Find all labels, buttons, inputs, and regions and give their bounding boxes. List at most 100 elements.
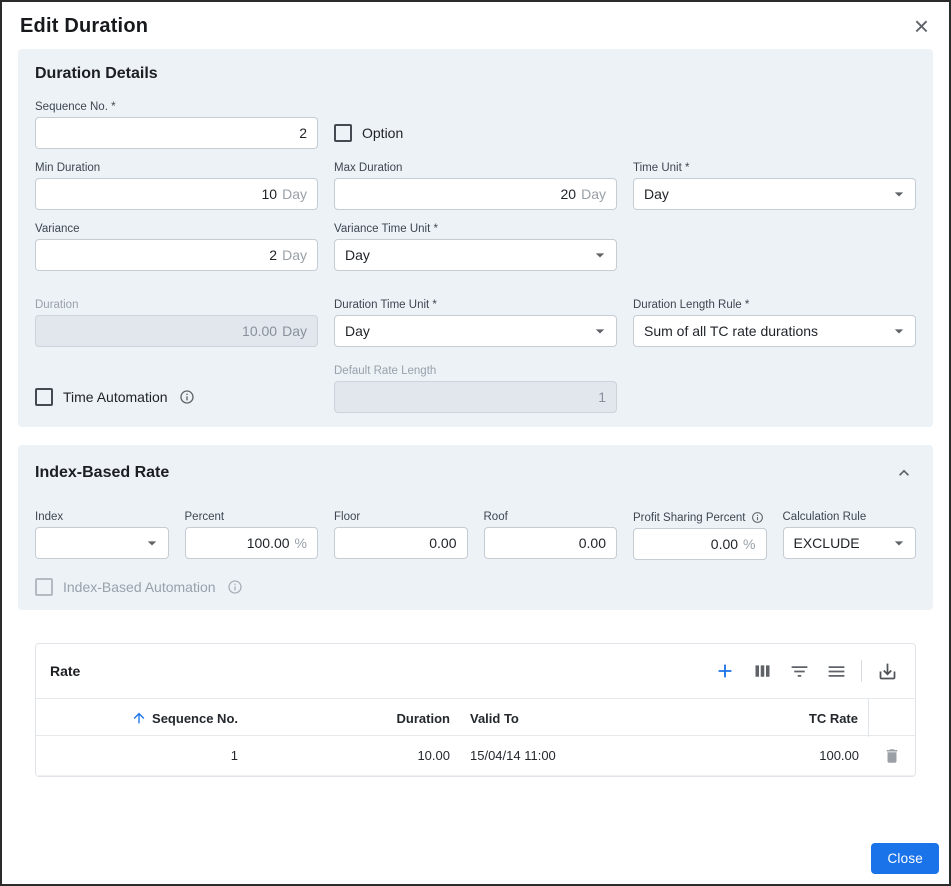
min-duration-value: 10 — [262, 186, 278, 202]
profit-sharing-percent-field: Profit Sharing Percent 0.00 % — [633, 511, 767, 560]
cell-valid-to: 15/04/14 11:00 — [460, 748, 664, 763]
duration-length-rule-field: Duration Length Rule * Sum of all TC rat… — [633, 299, 916, 347]
percent-input[interactable]: 100.00 % — [185, 527, 319, 559]
time-unit-label: Time Unit * — [633, 162, 916, 174]
variance-time-unit-label: Variance Time Unit * — [334, 223, 617, 235]
cell-tc-rate: 100.00 — [664, 748, 869, 763]
column-header-valid-to[interactable]: Valid To — [460, 711, 664, 726]
time-automation-checkbox[interactable] — [35, 388, 53, 406]
add-row-button[interactable] — [711, 657, 739, 685]
percent-unit: % — [295, 535, 307, 551]
chevron-down-icon — [590, 321, 610, 341]
min-duration-field: Min Duration 10 Day — [35, 162, 318, 210]
duration-details-section: Duration Details Sequence No. * 2 Option… — [18, 49, 933, 427]
duration-details-title: Duration Details — [35, 65, 158, 83]
cell-sequence-no: 1 — [36, 748, 248, 763]
index-based-rate-section: Index-Based Rate Index Percent 100.00 % … — [18, 445, 933, 610]
duration-time-unit-field: Duration Time Unit * Day — [334, 299, 617, 347]
time-automation-row: Time Automation — [35, 381, 318, 413]
floor-value: 0.00 — [429, 535, 456, 551]
collapse-icon[interactable] — [892, 461, 916, 485]
floor-field: Floor 0.00 — [334, 511, 468, 560]
close-button[interactable]: Close — [871, 843, 939, 874]
toolbar-divider — [861, 660, 862, 682]
sequence-no-field: Sequence No. * 2 — [35, 101, 318, 149]
profit-sharing-percent-input[interactable]: 0.00 % — [633, 528, 767, 560]
index-select[interactable] — [35, 527, 169, 559]
min-duration-label: Min Duration — [35, 162, 318, 174]
modal-footer: Close — [871, 843, 939, 874]
variance-unit: Day — [282, 247, 307, 263]
sequence-no-label: Sequence No. * — [35, 101, 318, 113]
index-based-automation-label: Index-Based Automation — [63, 579, 216, 595]
rate-table-title: Rate — [50, 663, 80, 679]
filter-icon[interactable] — [785, 657, 813, 685]
max-duration-value: 20 — [561, 186, 577, 202]
variance-input[interactable]: 2 Day — [35, 239, 318, 271]
duration-length-rule-value: Sum of all TC rate durations — [644, 323, 818, 339]
floor-input[interactable]: 0.00 — [334, 527, 468, 559]
option-checkbox-row: Option — [334, 117, 617, 149]
chevron-down-icon — [889, 184, 909, 204]
index-field: Index — [35, 511, 169, 560]
default-rate-length-input: 1 — [334, 381, 617, 413]
calculation-rule-value: EXCLUDE — [794, 535, 860, 551]
min-duration-unit: Day — [282, 186, 307, 202]
columns-icon[interactable] — [748, 657, 776, 685]
time-unit-field: Time Unit * Day — [633, 162, 916, 210]
percent-label: Percent — [185, 511, 319, 523]
sort-up-icon[interactable] — [131, 710, 147, 726]
min-duration-input[interactable]: 10 Day — [35, 178, 318, 210]
info-icon — [179, 389, 195, 405]
cell-duration: 10.00 — [248, 748, 460, 763]
duration-unit: Day — [282, 323, 307, 339]
column-header-tc-rate[interactable]: TC Rate — [664, 699, 869, 737]
modal-header: Edit Duration × — [2, 2, 949, 49]
duration-label: Duration — [35, 299, 318, 311]
delete-row-icon[interactable] — [880, 744, 904, 768]
column-header-sequence-no[interactable]: Sequence No. — [36, 710, 248, 726]
percent-value: 100.00 — [247, 535, 290, 551]
info-icon — [751, 511, 764, 524]
duration-time-unit-label: Duration Time Unit * — [334, 299, 617, 311]
option-checkbox[interactable] — [334, 124, 352, 142]
duration-input: 10.00 Day — [35, 315, 318, 347]
roof-input[interactable]: 0.00 — [484, 527, 618, 559]
chevron-down-icon — [889, 321, 909, 341]
chevron-down-icon — [142, 533, 162, 553]
modal-title: Edit Duration — [20, 15, 148, 38]
time-automation-label: Time Automation — [63, 389, 168, 405]
variance-time-unit-select[interactable]: Day — [334, 239, 617, 271]
variance-label: Variance — [35, 223, 318, 235]
max-duration-label: Max Duration — [334, 162, 617, 174]
sequence-no-input[interactable]: 2 — [35, 117, 318, 149]
chevron-down-icon — [889, 533, 909, 553]
duration-length-rule-select[interactable]: Sum of all TC rate durations — [633, 315, 916, 347]
variance-time-unit-value: Day — [345, 247, 370, 263]
density-icon[interactable] — [822, 657, 850, 685]
rate-table-header-row: Sequence No. Duration Valid To TC Rate — [36, 698, 915, 736]
time-unit-value: Day — [644, 186, 669, 202]
variance-field: Variance 2 Day — [35, 223, 318, 271]
profit-sharing-percent-value: 0.00 — [711, 536, 738, 552]
table-row[interactable]: 1 10.00 15/04/14 11:00 100.00 — [36, 736, 915, 776]
max-duration-input[interactable]: 20 Day — [334, 178, 617, 210]
close-icon[interactable]: × — [908, 15, 935, 37]
column-header-duration[interactable]: Duration — [248, 711, 460, 726]
duration-length-rule-label: Duration Length Rule * — [633, 299, 916, 311]
calculation-rule-select[interactable]: EXCLUDE — [783, 527, 917, 559]
variance-time-unit-field: Variance Time Unit * Day — [334, 223, 617, 271]
duration-time-unit-value: Day — [345, 323, 370, 339]
roof-label: Roof — [484, 511, 618, 523]
percent-field: Percent 100.00 % — [185, 511, 319, 560]
profit-sharing-percent-label: Profit Sharing Percent — [633, 511, 767, 524]
index-based-automation-checkbox — [35, 578, 53, 596]
duration-time-unit-select[interactable]: Day — [334, 315, 617, 347]
sequence-no-value: 2 — [299, 125, 307, 141]
calculation-rule-label: Calculation Rule — [783, 511, 917, 523]
download-icon[interactable] — [873, 657, 901, 685]
calculation-rule-field: Calculation Rule EXCLUDE — [783, 511, 917, 560]
default-rate-length-value: 1 — [598, 389, 606, 405]
default-rate-length-field: Default Rate Length 1 — [334, 365, 617, 413]
time-unit-select[interactable]: Day — [633, 178, 916, 210]
